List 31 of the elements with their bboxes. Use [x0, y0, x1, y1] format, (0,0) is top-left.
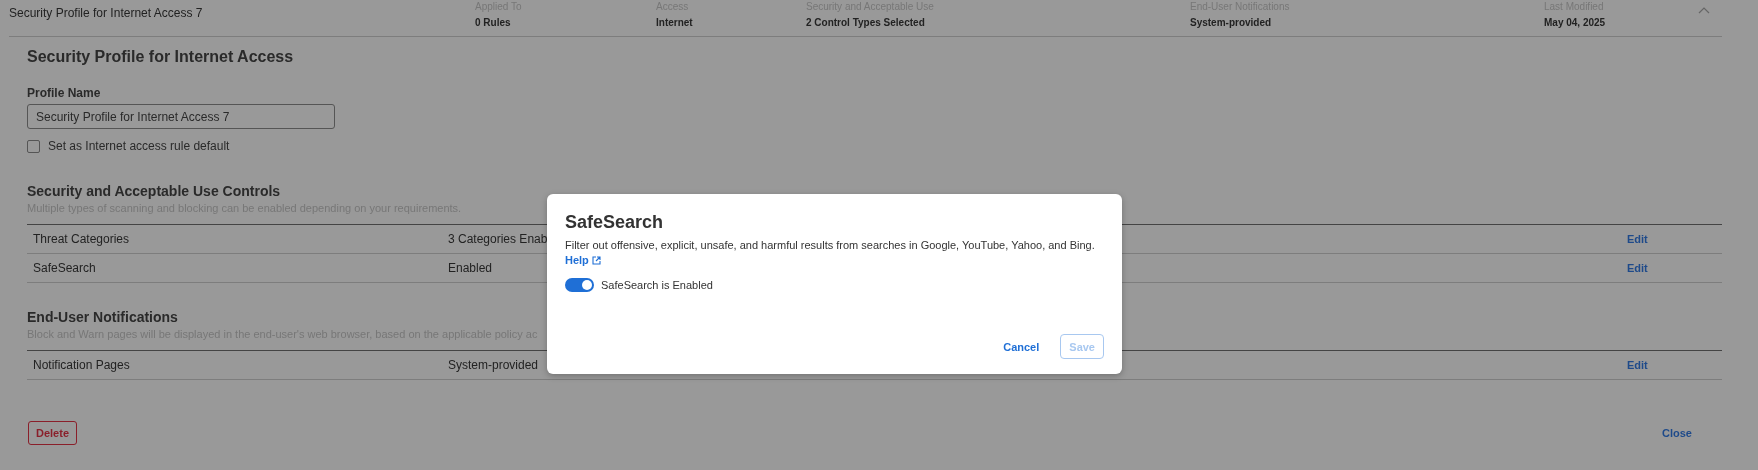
table-cell: Threat Categories [33, 232, 130, 246]
close-link[interactable]: Close [1662, 427, 1692, 439]
edit-link[interactable]: Edit [1627, 233, 1722, 245]
delete-button[interactable]: Delete [28, 421, 78, 445]
profile-title: Security Profile for Internet Access 7 [9, 6, 204, 20]
edit-link[interactable]: Edit [1627, 262, 1722, 274]
toggle-label: SafeSearch is Enabled [601, 279, 713, 291]
section-heading: End-User Notifications [27, 309, 179, 325]
checkbox-label: Set as Internet access rule default [48, 139, 230, 153]
table-cell: Notification Pages [33, 358, 130, 372]
help-link[interactable]: Help [565, 254, 601, 266]
section-heading: Security Profile for Internet Access [27, 48, 294, 66]
table-cell: System-provided [448, 358, 539, 372]
checkbox[interactable] [27, 139, 40, 153]
column-value: 0 Rules [475, 17, 512, 29]
dialog-description: Filter out offensive, explicit, unsafe, and harmful results from searches in Google, YouTube, Yahoo, and Bing. [565, 239, 1096, 251]
dialog-title: SafeSearch [565, 212, 665, 233]
edit-link[interactable]: Edit [1627, 359, 1722, 371]
column-value: May 04, 2025 [1544, 17, 1607, 29]
profile-name-field[interactable]: Security Profile for Internet Access 7 [27, 104, 335, 129]
toggle-switch[interactable] [565, 278, 594, 292]
column-value: Internet [656, 17, 694, 29]
section-heading: Security and Acceptable Use Controls [27, 183, 282, 199]
table-cell: 3 Categories Enab [448, 232, 548, 246]
field-label: Profile Name [27, 86, 101, 100]
column-value: System-provided [1190, 17, 1273, 29]
table-cell: SafeSearch [33, 261, 96, 275]
chevron-up-icon[interactable] [1698, 6, 1710, 14]
column-value: 2 Control Types Selected [806, 17, 926, 29]
table-cell: Enabled [448, 261, 493, 275]
external-link-icon [591, 255, 601, 265]
